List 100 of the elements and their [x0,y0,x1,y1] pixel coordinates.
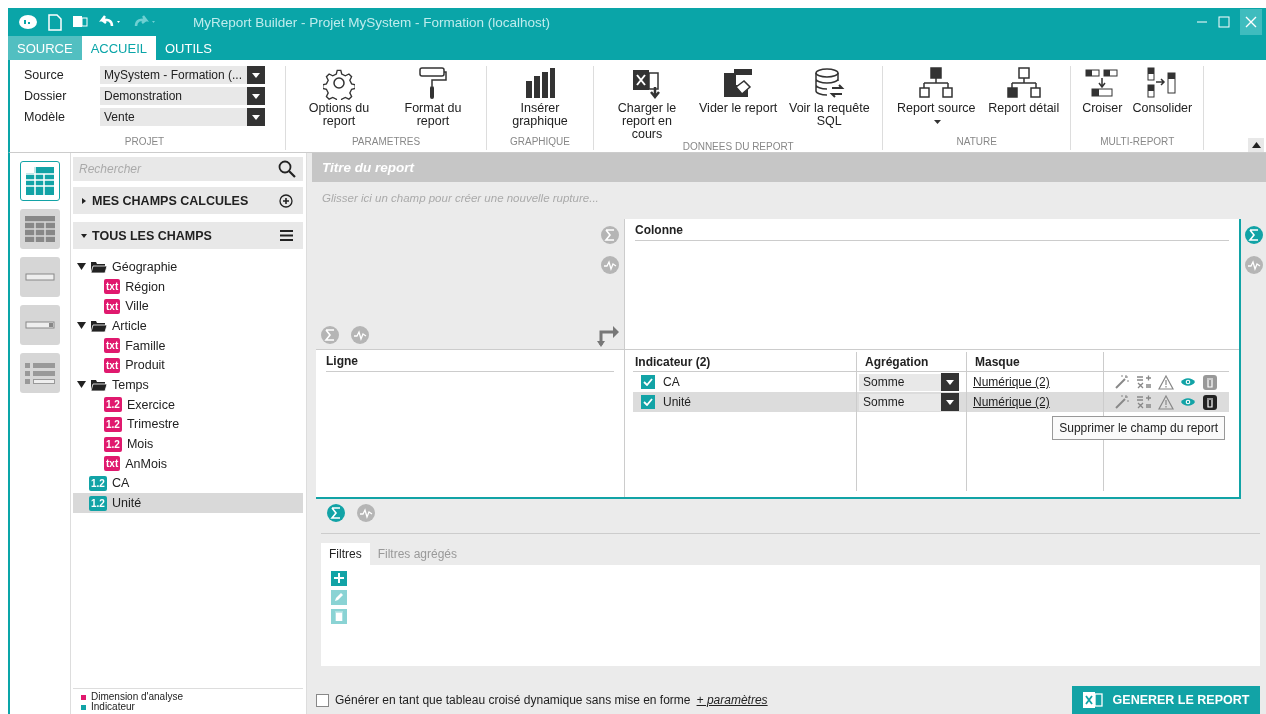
ribbon-button[interactable]: Report source [891,66,982,136]
excel-export-icon[interactable] [72,14,88,30]
edit-filter-button[interactable] [331,589,347,605]
tooltip: Supprimer le champ du report [1052,416,1225,440]
column-header: Indicateur (2) [635,354,711,369]
tree-field[interactable]: txt Produit [73,355,303,376]
group-label: MULTI-REPORT [1099,136,1176,149]
ribbon-button[interactable]: Vider le report [696,66,781,141]
sigma-icon[interactable] [1244,225,1264,245]
dropdown-field[interactable]: Vente [100,108,265,126]
tree-field[interactable]: txt Ville [73,296,303,317]
close-button[interactable] [1240,9,1262,35]
formula-icon[interactable] [1136,394,1152,410]
ribbon-button[interactable]: Voir la requête SQL [784,66,875,141]
section-header[interactable]: MES CHAMPS CALCULES [73,187,303,214]
filter-tab[interactable]: Filtres [321,542,370,565]
sigma-icon[interactable] [320,325,340,345]
tree-field[interactable]: 1.2 Mois [73,434,303,454]
field-label: Dossier [24,89,68,103]
view-mode-button[interactable] [20,305,60,345]
eye-icon[interactable] [1180,396,1196,408]
legend-label: Indicateur [91,702,135,712]
folder-label: Temps [112,377,149,392]
paint-roller-icon [418,66,448,100]
tree-folder[interactable]: Article [73,316,303,336]
caret-icon [946,379,954,385]
tree-field[interactable]: txt AnMois [73,453,303,474]
eraser-table-icon [722,66,755,100]
view-mode-button[interactable] [20,161,60,201]
view-mode-button[interactable] [20,209,60,249]
checkbox[interactable] [316,693,329,707]
wave-icon[interactable] [600,255,620,275]
wave-icon[interactable] [1244,255,1264,275]
tree-field[interactable]: txt Famille [73,335,303,356]
warning-icon[interactable] [1158,394,1174,410]
mask-link[interactable]: Numérique (2) [973,375,1050,389]
formula-icon[interactable] [1136,374,1152,390]
folder-icon [91,378,107,391]
text-field-icon [25,273,55,281]
checkbox[interactable] [641,395,655,409]
warning-icon[interactable] [1158,374,1174,390]
tree-field[interactable]: 1.2 Trimestre [73,414,303,435]
ribbon-button[interactable]: Insérer graphique [495,66,585,136]
consolidate-blocks-icon [1146,66,1179,100]
indicator-row[interactable]: CA [633,372,856,392]
tree-field[interactable]: 1.2 Unité [73,493,303,513]
caret-icon[interactable] [77,263,86,271]
aggregation-dropdown[interactable]: Somme [859,373,959,391]
delete-filter-button[interactable] [331,608,347,624]
view-mode-button[interactable] [20,257,60,297]
swap-arrow-icon[interactable] [596,323,620,347]
ribbon-button[interactable]: Format du report [388,66,478,136]
folder-label: Géographie [112,259,178,274]
checkbox-label: Générer en tant que tableau croisé dynamique sans mise en forme [335,693,691,707]
tree-field[interactable]: 1.2 Exercice [73,394,303,415]
column-header: Masque [975,354,1020,369]
magic-wand-icon[interactable] [1114,394,1130,410]
search-field[interactable]: Rechercher [73,157,303,181]
caret-icon[interactable] [77,322,86,330]
indicator-name: CA [663,375,680,389]
magic-wand-icon[interactable] [1114,374,1130,390]
dropdown-field[interactable]: Demonstration [100,87,265,105]
trash-icon[interactable] [1202,393,1218,411]
folder-icon [91,319,107,332]
close-icon [1245,16,1257,28]
wave-icon[interactable] [356,503,376,523]
tree-folder[interactable]: Géographie [73,257,303,277]
maximize-icon[interactable] [1218,16,1230,28]
checkbox[interactable] [641,375,655,389]
add-filter-button[interactable] [331,570,347,586]
tree-field[interactable]: txt Région [73,276,303,297]
collapse-ribbon-button[interactable] [1248,138,1264,152]
caret-icon [946,399,954,405]
hierarchy-icon [1006,66,1041,100]
ribbon-button[interactable]: Options du report [294,66,384,136]
new-file-icon[interactable] [48,13,62,31]
ribbon-button[interactable]: Croiser [1079,66,1126,136]
dropdown-field[interactable]: MySystem - Formation (... [100,66,265,84]
aggregation-dropdown[interactable]: Somme [859,393,959,411]
ribbon-button[interactable]: Charger le report en cours [602,66,692,141]
sigma-icon[interactable] [600,225,620,245]
app-logo-icon[interactable] [18,14,38,30]
ribbon-button[interactable]: Report détail [985,66,1063,136]
eye-icon[interactable] [1180,376,1196,388]
plus-icon [334,573,344,584]
hierarchy-icon [919,66,954,100]
excel-icon [1082,691,1103,709]
caret-icon[interactable] [77,381,86,389]
tree-field[interactable]: 1.2 CA [73,473,303,494]
wave-icon[interactable] [350,325,370,345]
indicator-row[interactable]: Unité [633,392,856,412]
checklist-icon [25,362,55,384]
view-mode-button[interactable] [20,353,60,393]
tree-folder[interactable]: Temps [73,375,303,395]
drop-hint: Glisser ici un champ pour créer une nouvelle rupture... [321,190,600,206]
ribbon-button[interactable]: Consolider [1129,66,1196,136]
sigma-icon[interactable] [326,503,346,523]
section-header[interactable]: TOUS LES CHAMPS [73,222,303,249]
parameters-link[interactable]: + paramètres [696,693,768,707]
group-label: GRAPHIQUE [509,136,571,149]
